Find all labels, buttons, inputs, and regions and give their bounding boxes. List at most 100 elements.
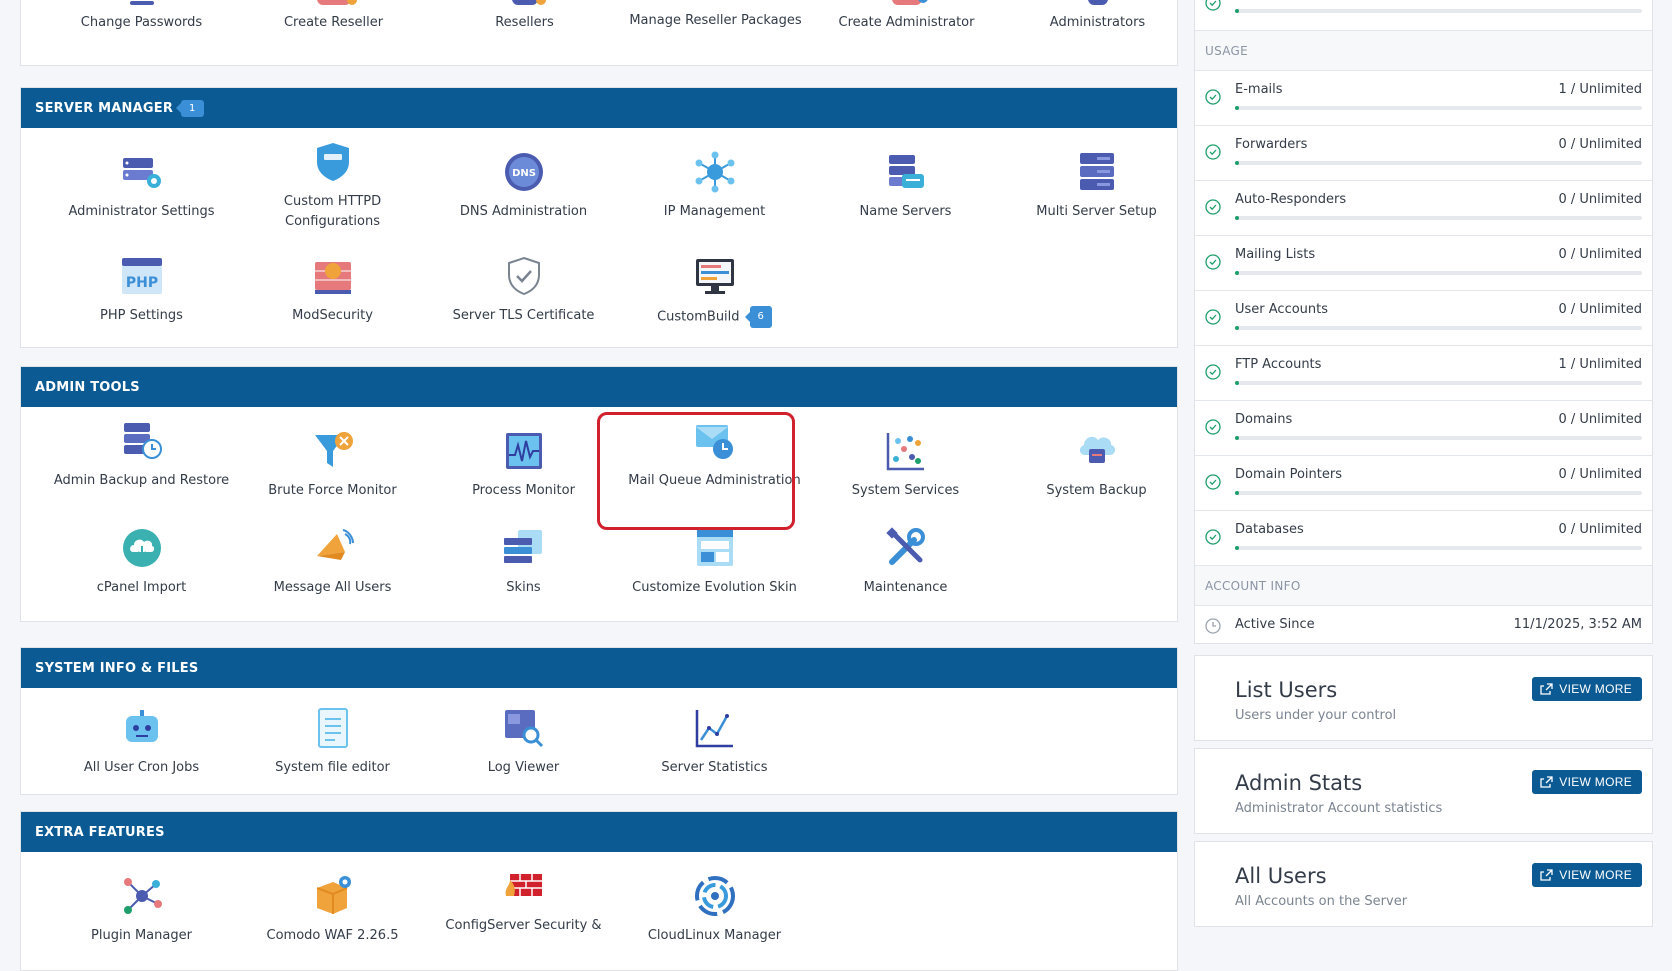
line-chart-icon — [695, 710, 733, 748]
view-more-button[interactable]: VIEW MORE — [1532, 863, 1642, 887]
tile-label: ModSecurity — [292, 308, 373, 323]
usage-value: 0 / Unlimited — [1558, 192, 1642, 207]
usage-progress-fill — [1235, 106, 1239, 110]
swirl-icon — [694, 876, 735, 916]
shield-check-icon — [507, 256, 540, 296]
usage-progress-bar — [1235, 326, 1642, 330]
tile-skins[interactable]: Skins — [428, 526, 619, 598]
usage-progress-fill — [1235, 491, 1239, 495]
usage-row: User Accounts 0 / Unlimited — [1195, 291, 1652, 346]
check-circle-icon — [1205, 254, 1221, 270]
tile-custom-httpd[interactable]: Custom HTTPD Configurations — [237, 140, 428, 232]
card-list-users: List Users Users under your control VIEW… — [1194, 655, 1653, 741]
tile-maintenance[interactable]: Maintenance — [810, 526, 1001, 598]
tile-multi-server-setup[interactable]: Multi Server Setup — [1001, 150, 1192, 222]
usage-row: Auto-Responders 0 / Unlimited — [1195, 181, 1652, 236]
tile-label: All User Cron Jobs — [83, 760, 200, 775]
tile-administrator-settings[interactable]: Administrator Settings — [46, 150, 237, 222]
check-circle-icon — [1205, 419, 1221, 435]
cloud-download-icon — [122, 529, 161, 567]
tile-label: Multi Server Setup — [1036, 204, 1157, 219]
tile-server-statistics[interactable]: Server Statistics — [619, 706, 810, 778]
usage-progress-fill — [1235, 216, 1239, 220]
tile-cpanel-import[interactable]: cPanel Import — [46, 526, 237, 598]
usage-value: 1 / Unlimited — [1558, 82, 1642, 97]
view-more-button[interactable]: VIEW MORE — [1532, 770, 1642, 794]
tile-label: Customize Evolution Skin — [632, 580, 797, 595]
tile-label: System Services — [851, 483, 960, 498]
tile-modsecurity[interactable]: ModSecurity — [237, 254, 428, 326]
usage-value: 1 / Unlimited — [1558, 357, 1642, 372]
tile-configserver-security[interactable]: ConfigServer Security & — [428, 864, 619, 936]
tile-comodo-waf[interactable]: Comodo WAF 2.26.5 — [237, 874, 428, 946]
usage-section-title: USAGE — [1195, 31, 1652, 71]
tile-custombuild[interactable]: CustomBuild 6 — [619, 254, 810, 328]
server-stack-icon — [1079, 153, 1114, 190]
tile-server-tls-certificate[interactable]: Server TLS Certificate — [428, 254, 619, 326]
active-since-row: Active Since 11/1/2025, 3:52 AM — [1195, 606, 1652, 647]
tile-admin-backup-restore[interactable]: Admin Backup and Restore — [46, 419, 237, 491]
tile-create-administrator[interactable]: Create Administrator — [811, 0, 1002, 33]
panel-title: ADMIN TOOLS — [35, 379, 140, 395]
card-all-users: All Users All Accounts on the Server VIE… — [1194, 841, 1653, 927]
tile-all-user-cron-jobs[interactable]: All User Cron Jobs — [46, 706, 237, 778]
check-circle-icon — [1205, 474, 1221, 490]
tile-system-services[interactable]: System Services — [810, 429, 1001, 501]
usage-progress-fill — [1235, 546, 1239, 550]
view-more-button[interactable]: VIEW MORE — [1532, 677, 1642, 701]
tile-name-servers[interactable]: Name Servers — [810, 150, 1001, 222]
reseller-tools-panel: Change Passwords Create Reseller Reselle… — [20, 0, 1178, 66]
tile-label: ConfigServer Security & — [445, 918, 602, 933]
usage-progress-fill — [1235, 436, 1239, 440]
tile-administrators[interactable]: Administrators — [1002, 0, 1193, 33]
tile-label: System Backup — [1046, 483, 1147, 498]
tile-create-reseller[interactable]: Create Reseller — [238, 0, 429, 33]
usage-progress-bar — [1235, 106, 1642, 110]
usage-label: Mailing Lists — [1235, 247, 1316, 262]
tile-process-monitor[interactable]: Process Monitor — [428, 429, 619, 501]
usage-value: 0 / Unlimited — [1558, 522, 1642, 537]
tile-label-text: CustomBuild — [657, 309, 740, 325]
tile-php-settings[interactable]: PHP PHP Settings — [46, 254, 237, 326]
tile-customize-evolution-skin[interactable]: Customize Evolution Skin — [619, 526, 810, 598]
usage-label: Domains — [1235, 412, 1293, 427]
usage-progress-bar — [1235, 216, 1642, 220]
tile-label: PHP Settings — [100, 308, 183, 323]
tile-label: Manage Reseller Packages — [629, 13, 802, 28]
svg-text:DNS: DNS — [512, 168, 536, 179]
tile-manage-reseller-packages[interactable]: Manage Reseller Packages — [620, 11, 811, 31]
tile-resellers[interactable]: Resellers — [429, 0, 620, 33]
tile-plugin-manager[interactable]: Plugin Manager — [46, 874, 237, 946]
tile-change-passwords[interactable]: Change Passwords — [46, 1, 237, 33]
check-circle-icon — [1205, 89, 1221, 105]
tile-message-all-users[interactable]: Message All Users — [237, 526, 428, 598]
active-since-value: 11/1/2025, 3:52 AM — [1513, 617, 1642, 632]
tile-label: Name Servers — [859, 204, 952, 219]
usage-sidebar: USAGE E-mails 1 / Unlimited Forwarders 0 / … — [1194, 0, 1653, 644]
tile-cloudlinux-manager[interactable]: CloudLinux Manager — [619, 874, 810, 946]
usage-row: Forwarders 0 / Unlimited — [1195, 126, 1652, 181]
usage-row: Databases 0 / Unlimited — [1195, 511, 1652, 566]
tile-ip-management[interactable]: IP Management — [619, 150, 810, 222]
tile-label: IP Management — [663, 204, 766, 219]
skins-layers-icon — [503, 530, 542, 563]
user-add-icon — [316, 0, 357, 5]
usage-progress-bar — [1235, 436, 1642, 440]
tile-label: Brute Force Monitor — [268, 483, 397, 498]
tile-label: Comodo WAF 2.26.5 — [266, 928, 399, 943]
card-subtitle: Administrator Account statistics — [1235, 801, 1443, 816]
panel-title: SYSTEM INFO & FILES — [35, 660, 199, 676]
tile-system-backup[interactable]: System Backup — [1001, 429, 1192, 501]
tile-dns-administration[interactable]: DNS DNS Administration — [428, 150, 619, 222]
tile-label: Create Administrator — [838, 15, 975, 30]
usage-label: E-mails — [1235, 82, 1283, 97]
admin-tools-header: ADMIN TOOLS — [21, 367, 1177, 407]
usage-label: Databases — [1235, 522, 1304, 537]
tile-label: Server Statistics — [661, 760, 768, 775]
check-circle-icon — [1205, 144, 1221, 160]
tile-log-viewer[interactable]: Log Viewer — [428, 706, 619, 778]
usage-progress-bar — [1235, 381, 1642, 385]
tile-brute-force-monitor[interactable]: Brute Force Monitor — [237, 429, 428, 501]
tile-system-file-editor[interactable]: System file editor — [237, 706, 428, 778]
server-gear-icon — [122, 158, 161, 188]
